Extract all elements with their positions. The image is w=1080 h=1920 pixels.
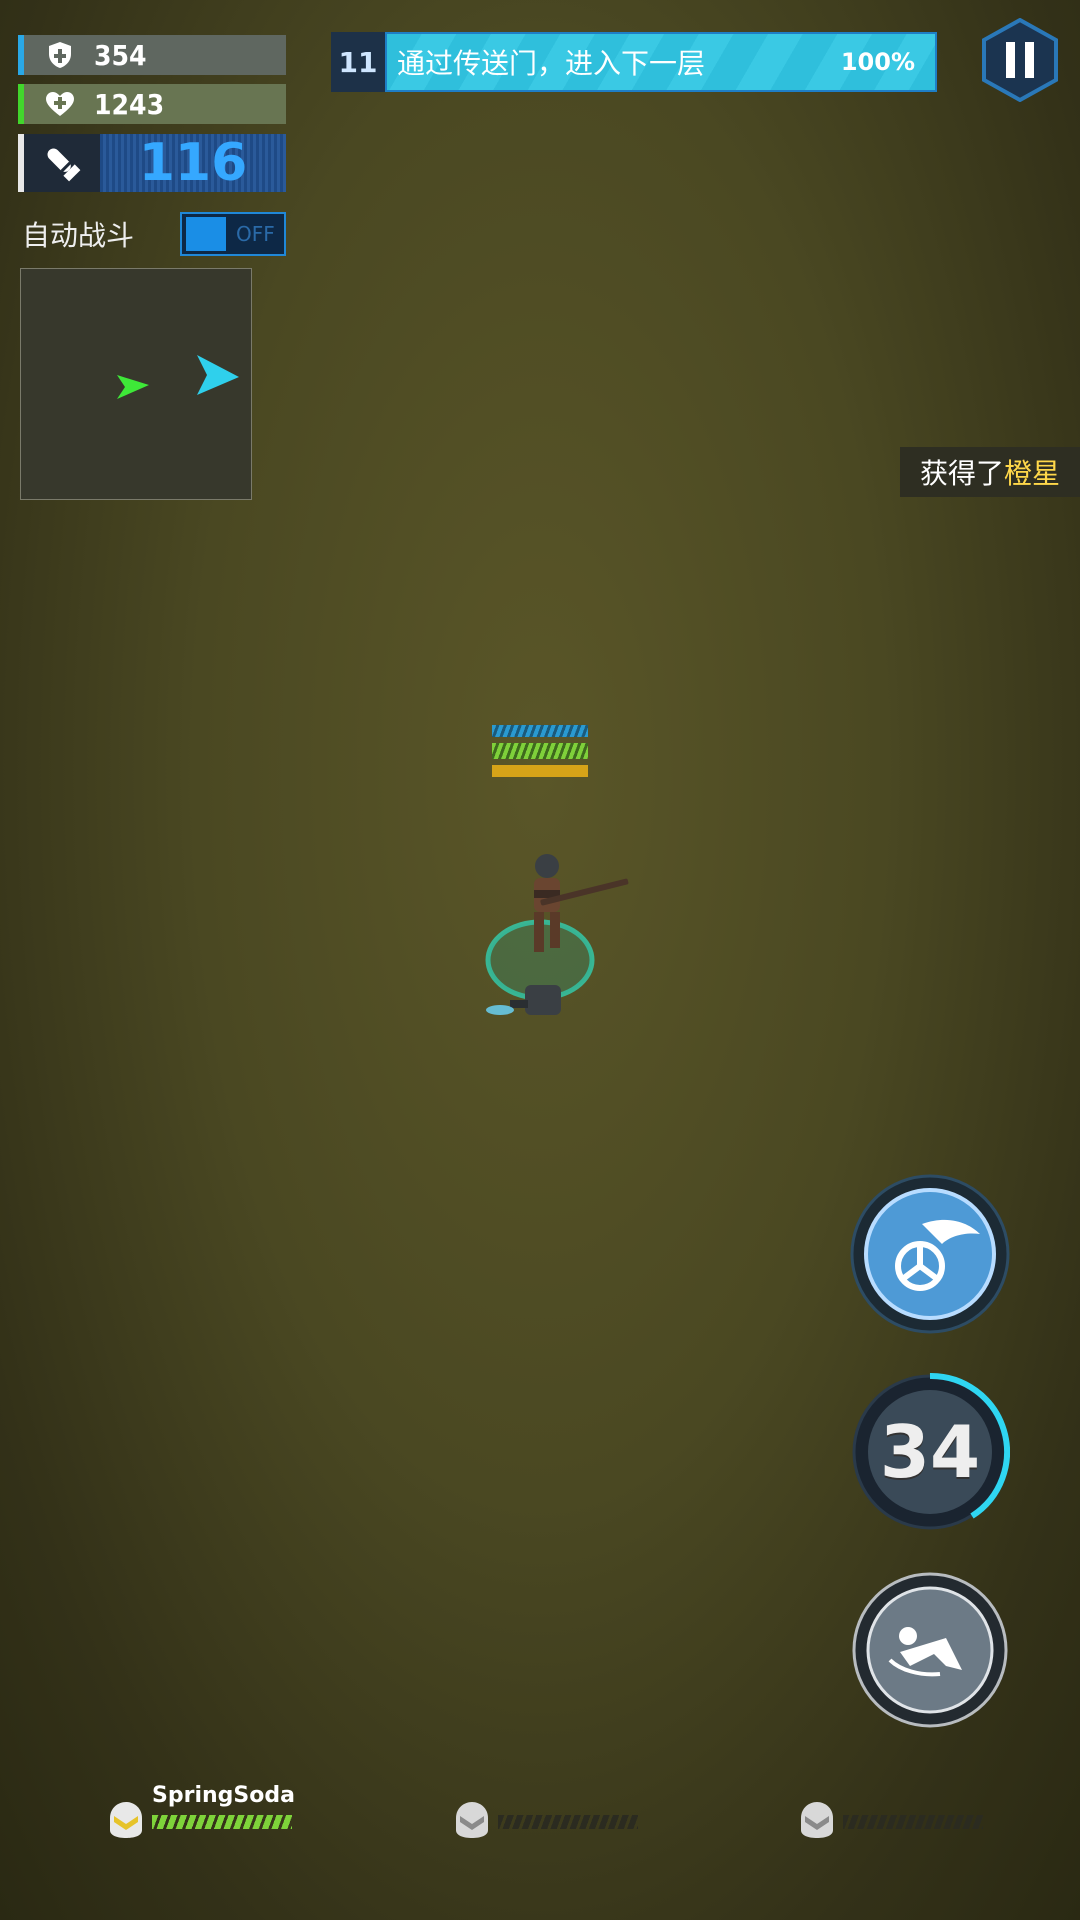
grenade-skill-icon <box>850 1174 1010 1334</box>
shield-icon <box>40 41 80 69</box>
minimap[interactable] <box>20 268 252 500</box>
cooldown-counter: 34 <box>879 1410 981 1494</box>
player-health-bar <box>492 743 588 759</box>
helmet-icon <box>801 1802 833 1838</box>
player-energy-bar <box>492 765 588 777</box>
bullet-icon <box>18 134 100 192</box>
pause-button[interactable] <box>982 17 1058 103</box>
loot-prefix: 获得了 <box>919 457 1004 490</box>
helmet-icon <box>456 1802 488 1838</box>
shield-accent <box>18 35 24 75</box>
player-status-bars <box>492 725 588 777</box>
toggle-knob[interactable] <box>186 217 226 251</box>
portal-marker-icon <box>197 355 239 395</box>
helmet-icon <box>110 1802 142 1838</box>
pause-icon <box>982 17 1058 103</box>
teammate-name: SpringSoda <box>152 1783 295 1808</box>
loot-item: 橙星 <box>1004 457 1061 490</box>
heart-icon <box>40 91 80 117</box>
health-accent <box>18 84 24 124</box>
objective-body: 通过传送门，进入下一层 100% <box>385 32 937 92</box>
loot-toast: 获得了 橙星 <box>900 447 1080 497</box>
grenade-skill-button[interactable] <box>850 1174 1010 1334</box>
ammo-panel: 116 <box>18 133 286 193</box>
cooldown-skill-button[interactable]: 34 <box>850 1372 1011 1532</box>
dash-skill-button[interactable] <box>850 1570 1010 1730</box>
objective-text: 通过传送门，进入下一层 <box>397 47 706 80</box>
auto-battle-toggle[interactable]: OFF <box>180 212 286 256</box>
shield-value: 354 <box>94 38 147 72</box>
shield-stat-bar: 354 <box>18 35 286 75</box>
player-shield-bar <box>492 725 588 737</box>
objective-bar: 11 通过传送门，进入下一层 100% <box>331 32 937 92</box>
auto-battle-label: 自动战斗 <box>22 219 135 252</box>
ammo-count: 116 <box>100 133 286 193</box>
teammate-health-bar <box>152 1815 292 1829</box>
player-character <box>470 850 630 1050</box>
teammate-health-bar <box>843 1815 983 1829</box>
dash-skill-icon <box>852 1572 1008 1728</box>
floor-number: 11 <box>331 32 385 92</box>
health-stat-bar: 1243 <box>18 84 286 124</box>
health-value: 1243 <box>94 87 165 121</box>
player-marker-icon <box>117 375 149 399</box>
toggle-state-text: OFF <box>236 222 275 246</box>
objective-progress: 100% <box>840 48 915 76</box>
teammate-health-bar <box>498 1815 638 1829</box>
